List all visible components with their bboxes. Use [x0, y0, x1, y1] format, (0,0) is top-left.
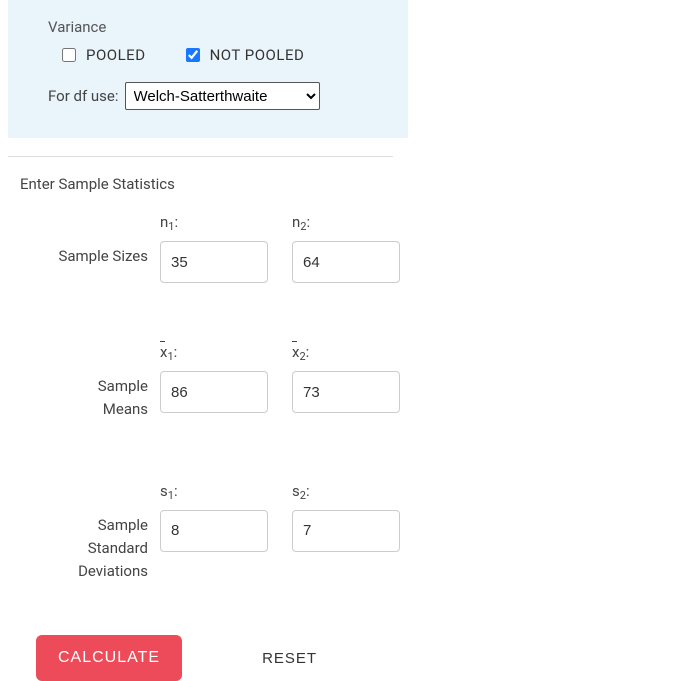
xbar1-label: x1:	[160, 343, 280, 365]
section-title: Enter Sample Statistics	[20, 175, 688, 193]
s1-input[interactable]	[160, 510, 268, 552]
s2-label: s2:	[292, 482, 412, 504]
n1-label: n1:	[160, 213, 280, 235]
xbar2-input[interactable]	[292, 371, 400, 413]
sample-sizes-label: Sample Sizes	[8, 213, 148, 268]
not-pooled-option[interactable]: NOT POOLED	[186, 46, 305, 64]
xbar2-label: x2:	[292, 343, 412, 365]
xbar1-field: x1:	[160, 343, 280, 413]
not-pooled-label: NOT POOLED	[210, 46, 305, 64]
pooled-option[interactable]: POOLED	[62, 46, 146, 64]
s2-input[interactable]	[292, 510, 400, 552]
n1-field: n1:	[160, 213, 280, 283]
n2-input[interactable]	[292, 241, 400, 283]
not-pooled-checkbox[interactable]	[186, 48, 200, 62]
sample-means-label: SampleMeans	[8, 343, 148, 422]
pooled-checkbox[interactable]	[62, 48, 76, 62]
df-label: For df use:	[48, 87, 119, 105]
df-row: For df use: Welch-Satterthwaite	[48, 82, 368, 110]
variance-options: POOLED NOT POOLED	[48, 46, 368, 64]
s1-label: s1:	[160, 482, 280, 504]
variance-title: Variance	[48, 18, 368, 36]
button-row: CALCULATE RESET	[36, 635, 688, 681]
df-select[interactable]: Welch-Satterthwaite	[125, 82, 320, 110]
pooled-label: POOLED	[86, 46, 146, 64]
s1-field: s1:	[160, 482, 280, 552]
calculate-button[interactable]: CALCULATE	[36, 635, 182, 681]
sample-sds-label: SampleStandardDeviations	[8, 482, 148, 584]
stats-grid: Sample Sizes n1: n2: SampleMeans x1: x2:…	[0, 213, 688, 583]
s2-field: s2:	[292, 482, 412, 552]
divider	[8, 156, 393, 157]
xbar1-input[interactable]	[160, 371, 268, 413]
xbar2-field: x2:	[292, 343, 412, 413]
reset-button[interactable]: RESET	[262, 650, 317, 667]
variance-panel: Variance POOLED NOT POOLED For df use: W…	[8, 0, 408, 138]
n2-label: n2:	[292, 213, 412, 235]
n2-field: n2:	[292, 213, 412, 283]
n1-input[interactable]	[160, 241, 268, 283]
